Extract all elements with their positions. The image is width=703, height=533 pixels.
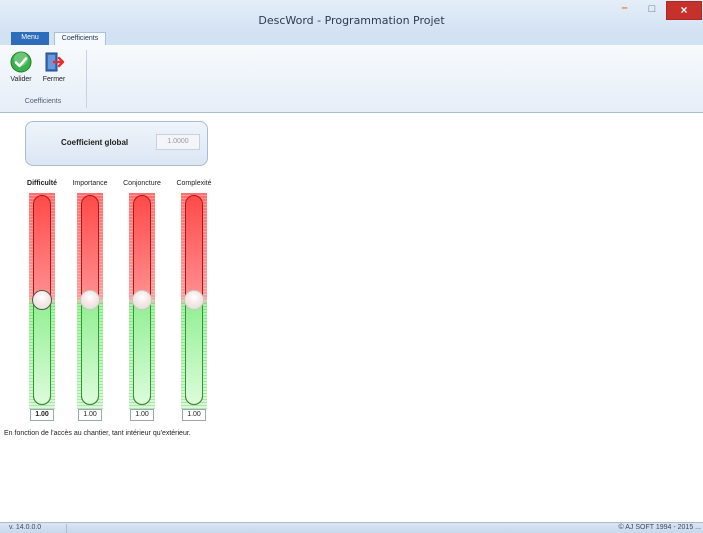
global-coefficient-field[interactable]: 1.0000 [156,134,200,150]
maximize-icon: □ [648,3,656,15]
slider-track-lower [133,301,151,405]
exit-door-icon [43,51,65,73]
global-coefficient-panel: Coefficient global 1.0000 [25,121,208,166]
slider-thumb[interactable] [132,290,152,310]
close-icon: × [680,3,688,17]
tab-coefficients[interactable]: Coefficients [54,32,106,45]
status-bar: v. 14.0.0.0 © AJ SOFT 1994 - 2015 ... [0,522,703,533]
slider-thumb[interactable] [184,290,204,310]
slider-importance[interactable] [77,193,103,409]
minimize-icon: – [621,2,628,14]
slider-track-lower [185,301,203,405]
version-label: v. 14.0.0.0 [9,524,42,531]
global-coefficient-label: Coefficient global [61,138,129,147]
maximize-button[interactable]: □ [639,1,665,20]
slider-value-importance[interactable]: 1.00 [78,409,102,421]
window-title: DescWord - Programmation Projet [258,14,445,27]
ribbon-group-label: Coefficients [24,98,62,105]
slider-thumb[interactable] [32,290,52,310]
slider-track-lower [33,301,51,405]
slider-label-complexite: Complexité [176,180,212,187]
slider-difficulte[interactable] [29,193,55,409]
status-separator [66,524,67,533]
slider-conjoncture[interactable] [129,193,155,409]
validate-button[interactable]: Valider [6,48,36,90]
copyright-label: © AJ SOFT 1994 - 2015 ... [618,524,701,531]
slider-label-difficulte: Difficulté [27,180,57,187]
ribbon: Valider Fermer Coefficients [0,45,703,113]
ribbon-group-separator [86,50,87,108]
close-button[interactable]: × [666,1,702,20]
coefficient-description: En fonction de l'accès au chantier, tant… [4,430,191,437]
slider-value-conjoncture[interactable]: 1.00 [130,409,154,421]
validate-label: Valider [10,76,32,83]
check-circle-icon [10,51,32,73]
main-content: Coefficient global 1.0000 Difficulté 1.0… [0,114,703,522]
slider-value-difficulte[interactable]: 1.00 [30,409,54,421]
close-form-label: Fermer [42,76,66,83]
slider-label-importance: Importance [72,180,108,187]
slider-complexite[interactable] [181,193,207,409]
slider-thumb[interactable] [80,290,100,310]
slider-label-conjoncture: Conjoncture [123,180,161,187]
close-form-button[interactable]: Fermer [39,48,69,90]
minimize-button[interactable]: – [611,1,638,20]
ribbon-tab-strip: Menu Coefficients [0,32,703,45]
slider-value-complexite[interactable]: 1.00 [182,409,206,421]
tab-menu[interactable]: Menu [11,32,49,45]
slider-track-lower [81,301,99,405]
title-bar: DescWord - Programmation Projet – □ × [0,0,703,32]
